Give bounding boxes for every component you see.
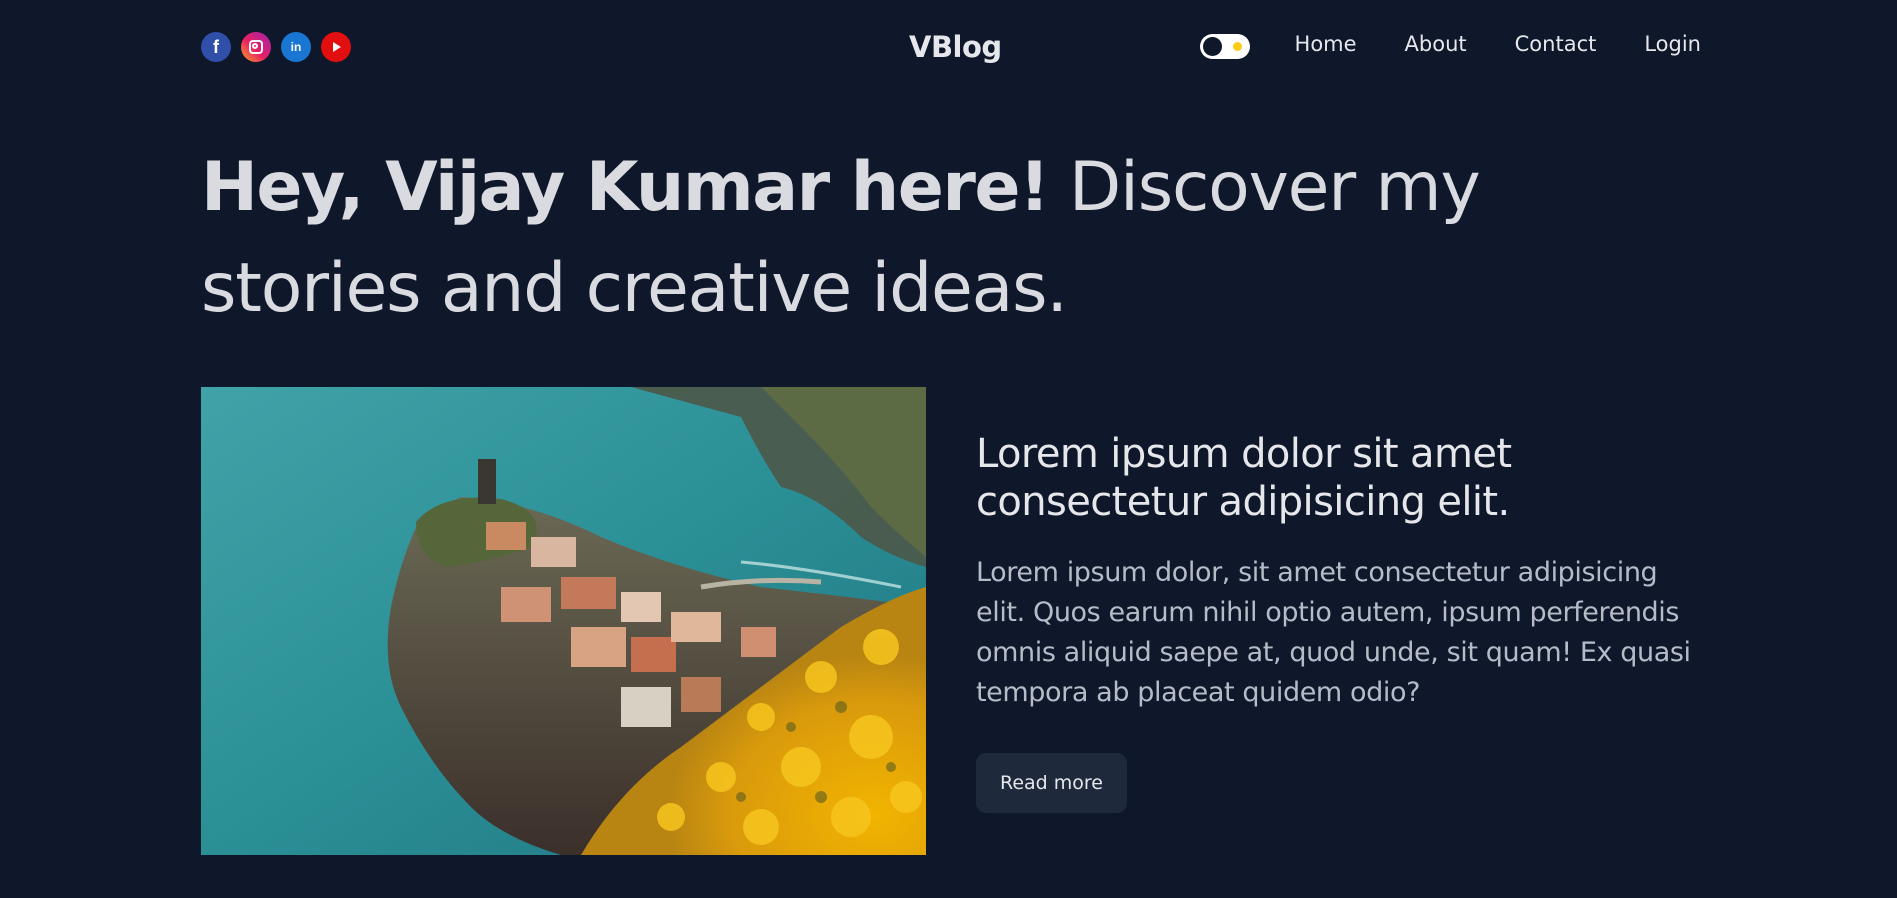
sun-icon [1233, 42, 1242, 51]
main-nav: Home About Contact Login [1295, 32, 1701, 56]
page-container: f in VBlog Home About Contact Login Hey,… [201, 0, 1701, 855]
read-more-button[interactable]: Read more [976, 753, 1127, 813]
post-image [201, 387, 926, 855]
instagram-icon[interactable] [241, 32, 271, 62]
nav-login[interactable]: Login [1644, 32, 1701, 56]
theme-toggle[interactable] [1200, 34, 1250, 59]
hero-heading-bold: Hey, Vijay Kumar here! [201, 148, 1050, 227]
site-logo[interactable]: VBlog [909, 30, 1002, 64]
facebook-icon[interactable]: f [201, 32, 231, 62]
site-header: f in VBlog Home About Contact Login [201, 0, 1701, 94]
post-card: Lorem ipsum dolor sit amet consectetur a… [976, 430, 1696, 813]
nav-contact[interactable]: Contact [1515, 32, 1597, 56]
linkedin-icon[interactable]: in [281, 32, 311, 62]
post-excerpt: Lorem ipsum dolor, sit amet consectetur … [976, 557, 1691, 708]
youtube-icon[interactable] [321, 32, 351, 62]
toggle-knob [1203, 37, 1222, 56]
hero-heading: Hey, Vijay Kumar here! Discover my stori… [201, 137, 1701, 339]
nav-home[interactable]: Home [1295, 32, 1357, 56]
post-title[interactable]: Lorem ipsum dolor sit amet consectetur a… [976, 430, 1696, 526]
nav-about[interactable]: About [1405, 32, 1467, 56]
social-links: f in [201, 32, 351, 62]
